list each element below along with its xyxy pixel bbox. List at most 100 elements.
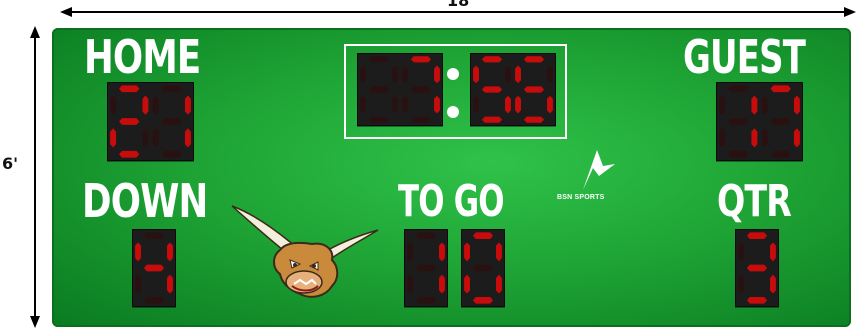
digit-segment-g — [746, 264, 768, 272]
digit-segment-b — [184, 95, 191, 115]
to-go-ones-display — [464, 232, 502, 304]
digit-segment-b — [751, 95, 758, 115]
digit-segment-c — [505, 95, 511, 114]
digit-segment-c — [751, 128, 758, 148]
digit-segment-e — [407, 274, 413, 294]
quarter-display — [738, 232, 776, 304]
digit-segment-e — [464, 274, 470, 294]
digit-segment-d — [143, 296, 165, 304]
digit-segment-b — [392, 65, 398, 84]
digit-segment-b — [167, 242, 173, 262]
digit-segment-f — [464, 242, 470, 262]
digit-segment-f — [515, 65, 521, 84]
digit-segment-g — [143, 264, 165, 272]
digit-segment-d — [410, 116, 432, 123]
digit-segment-d — [472, 296, 494, 304]
to-go-tens-panel — [404, 229, 448, 307]
digit-segment-g — [368, 86, 390, 93]
clock-colon-bottom — [447, 106, 459, 118]
digit-segment-g — [119, 118, 140, 125]
digit-segment-c — [434, 95, 440, 114]
digit-segment-a — [746, 232, 768, 240]
home-label: HOME — [84, 30, 201, 84]
digit-segment-f — [473, 65, 479, 84]
clock-colon-top — [447, 68, 459, 80]
digit-segment-c — [770, 274, 776, 294]
digit-segment-c — [142, 128, 149, 148]
digit-segment-e — [135, 274, 141, 294]
clock-minutes-panel — [357, 53, 443, 126]
digit-segment-b — [434, 65, 440, 84]
digit-segment-f — [110, 95, 117, 115]
longhorn-bull-icon — [231, 205, 379, 298]
down-label: DOWN — [82, 174, 208, 228]
digit-segment-a — [368, 56, 390, 63]
to-go-ones-panel — [461, 229, 505, 307]
digit-segment-b — [505, 65, 511, 84]
brand-name: BSN SPORTS — [557, 194, 605, 201]
digit-segment-a — [143, 232, 165, 240]
digit-segment-b — [496, 242, 502, 262]
digit-segment-d — [161, 150, 182, 158]
quarter-panel — [735, 229, 779, 307]
bsn-sports-logo-icon — [583, 150, 615, 190]
digit-segment-c — [496, 274, 502, 294]
guest-label: GUEST — [683, 30, 806, 84]
digit-segment-c — [793, 128, 800, 148]
guest-score-display — [719, 85, 800, 158]
digit-segment-b — [439, 242, 445, 262]
home-score-display — [110, 85, 191, 158]
digit-segment-c — [167, 274, 173, 294]
height-dimension-label: 6' — [2, 154, 19, 173]
digit-segment-b — [547, 65, 553, 84]
digit-segment-a — [119, 85, 140, 93]
clock-seconds-display — [473, 56, 553, 123]
digit-segment-e — [152, 128, 159, 148]
digit-segment-f — [719, 95, 726, 115]
digit-segment-g — [523, 86, 545, 93]
home-score-panel — [107, 82, 194, 161]
to-go-label: TO GO — [398, 176, 505, 227]
down-display — [135, 232, 173, 304]
digit-segment-e — [719, 128, 726, 148]
digit-segment-c — [439, 274, 445, 294]
digit-segment-a — [728, 85, 749, 93]
digit-segment-d — [746, 296, 768, 304]
digit-segment-e — [738, 274, 744, 294]
digit-segment-g — [410, 86, 432, 93]
qtr-label: QTR — [717, 176, 792, 227]
height-dimension-arrow — [30, 26, 40, 328]
digit-segment-f — [152, 95, 159, 115]
to-go-tens-display — [407, 232, 445, 304]
digit-segment-e — [515, 95, 521, 114]
scoreboard: HOME GUEST DOWN TO GO QTR BSN SPORTS — [52, 28, 851, 327]
digit-segment-d — [523, 116, 545, 123]
digit-segment-d — [728, 150, 749, 158]
digit-segment-g — [161, 118, 182, 125]
digit-segment-e — [110, 128, 117, 148]
digit-segment-e — [473, 95, 479, 114]
digit-segment-f — [402, 65, 408, 84]
digit-segment-e — [761, 128, 768, 148]
digit-segment-a — [415, 232, 437, 240]
digit-segment-a — [472, 232, 494, 240]
digit-segment-b — [770, 242, 776, 262]
clock-minutes-display — [360, 56, 440, 123]
digit-segment-f — [407, 242, 413, 262]
digit-segment-a — [410, 56, 432, 63]
digit-segment-g — [472, 264, 494, 272]
digit-segment-g — [728, 118, 749, 125]
width-dimension-arrow — [60, 7, 856, 17]
digit-segment-f — [360, 65, 366, 84]
clock-seconds-panel — [470, 53, 556, 126]
digit-segment-a — [770, 85, 791, 93]
digit-segment-b — [793, 95, 800, 115]
digit-segment-d — [415, 296, 437, 304]
digit-segment-g — [481, 86, 503, 93]
digit-segment-e — [360, 95, 366, 114]
width-dimension-label: 18' — [447, 0, 475, 10]
digit-segment-d — [368, 116, 390, 123]
digit-segment-a — [523, 56, 545, 63]
digit-segment-d — [481, 116, 503, 123]
digit-segment-a — [161, 85, 182, 93]
